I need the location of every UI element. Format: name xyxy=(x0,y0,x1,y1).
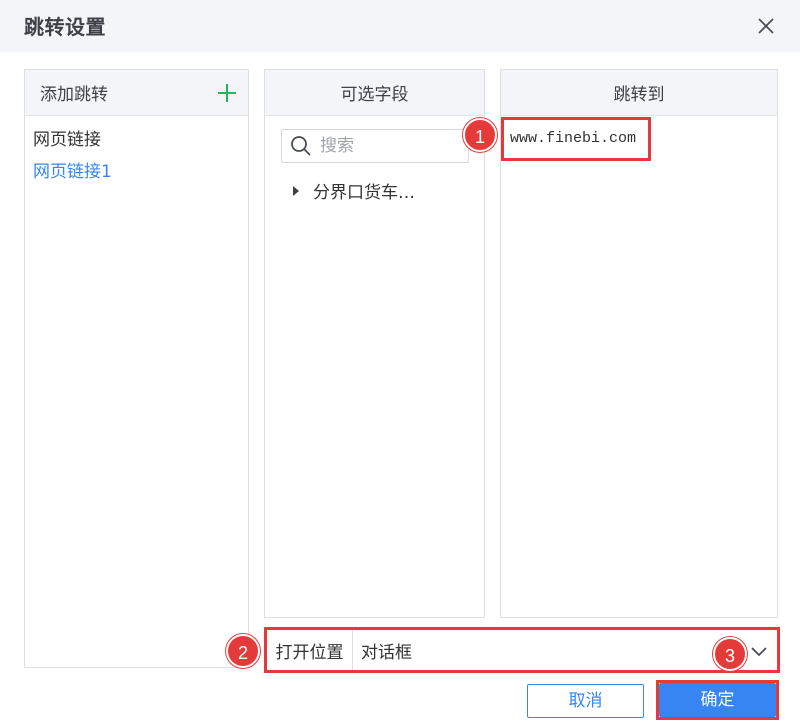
link-list: 网页链接 网页链接1 xyxy=(25,116,248,188)
plus-icon[interactable] xyxy=(215,81,239,105)
chevron-down-icon[interactable] xyxy=(749,641,769,661)
list-item-web-link[interactable]: 网页链接 xyxy=(25,124,248,156)
caret-right-icon[interactable] xyxy=(293,185,299,196)
dialog-header: 跳转设置 xyxy=(0,0,800,52)
add-jump-panel: 添加跳转 网页链接 网页链接1 xyxy=(24,69,249,668)
search-input[interactable] xyxy=(320,136,460,156)
tree-node-label: 分界口货车… xyxy=(313,183,415,203)
open-position-row: 打开位置 对话框 xyxy=(264,627,780,673)
search-box[interactable] xyxy=(281,129,469,163)
close-icon[interactable] xyxy=(752,12,780,40)
cancel-button[interactable]: 取消 xyxy=(527,684,644,718)
confirm-button[interactable]: 确定 xyxy=(659,683,776,717)
jump-to-header: 跳转到 xyxy=(501,70,777,116)
open-position-label: 打开位置 xyxy=(267,630,353,670)
annotation-badge-2: 2 xyxy=(226,634,260,668)
tree-node[interactable]: 分界口货车… xyxy=(293,178,415,203)
annotation-badge-1: 1 xyxy=(463,118,497,152)
fields-panel: 可选字段 分界口货车… xyxy=(264,69,485,618)
add-jump-header: 添加跳转 xyxy=(25,70,248,116)
dialog-title: 跳转设置 xyxy=(24,15,106,39)
jump-to-panel: 跳转到 www.finebi.com xyxy=(500,69,778,618)
list-item-web-link-1[interactable]: 网页链接1 xyxy=(25,156,248,188)
search-icon xyxy=(291,136,311,156)
fields-header: 可选字段 xyxy=(265,70,484,116)
annotation-badge-3: 3 xyxy=(713,637,747,671)
jump-to-title: 跳转到 xyxy=(613,85,665,105)
open-position-value: 对话框 xyxy=(361,642,412,663)
url-field[interactable]: www.finebi.com xyxy=(501,117,651,161)
fields-title: 可选字段 xyxy=(340,85,409,105)
add-jump-title: 添加跳转 xyxy=(40,85,108,105)
